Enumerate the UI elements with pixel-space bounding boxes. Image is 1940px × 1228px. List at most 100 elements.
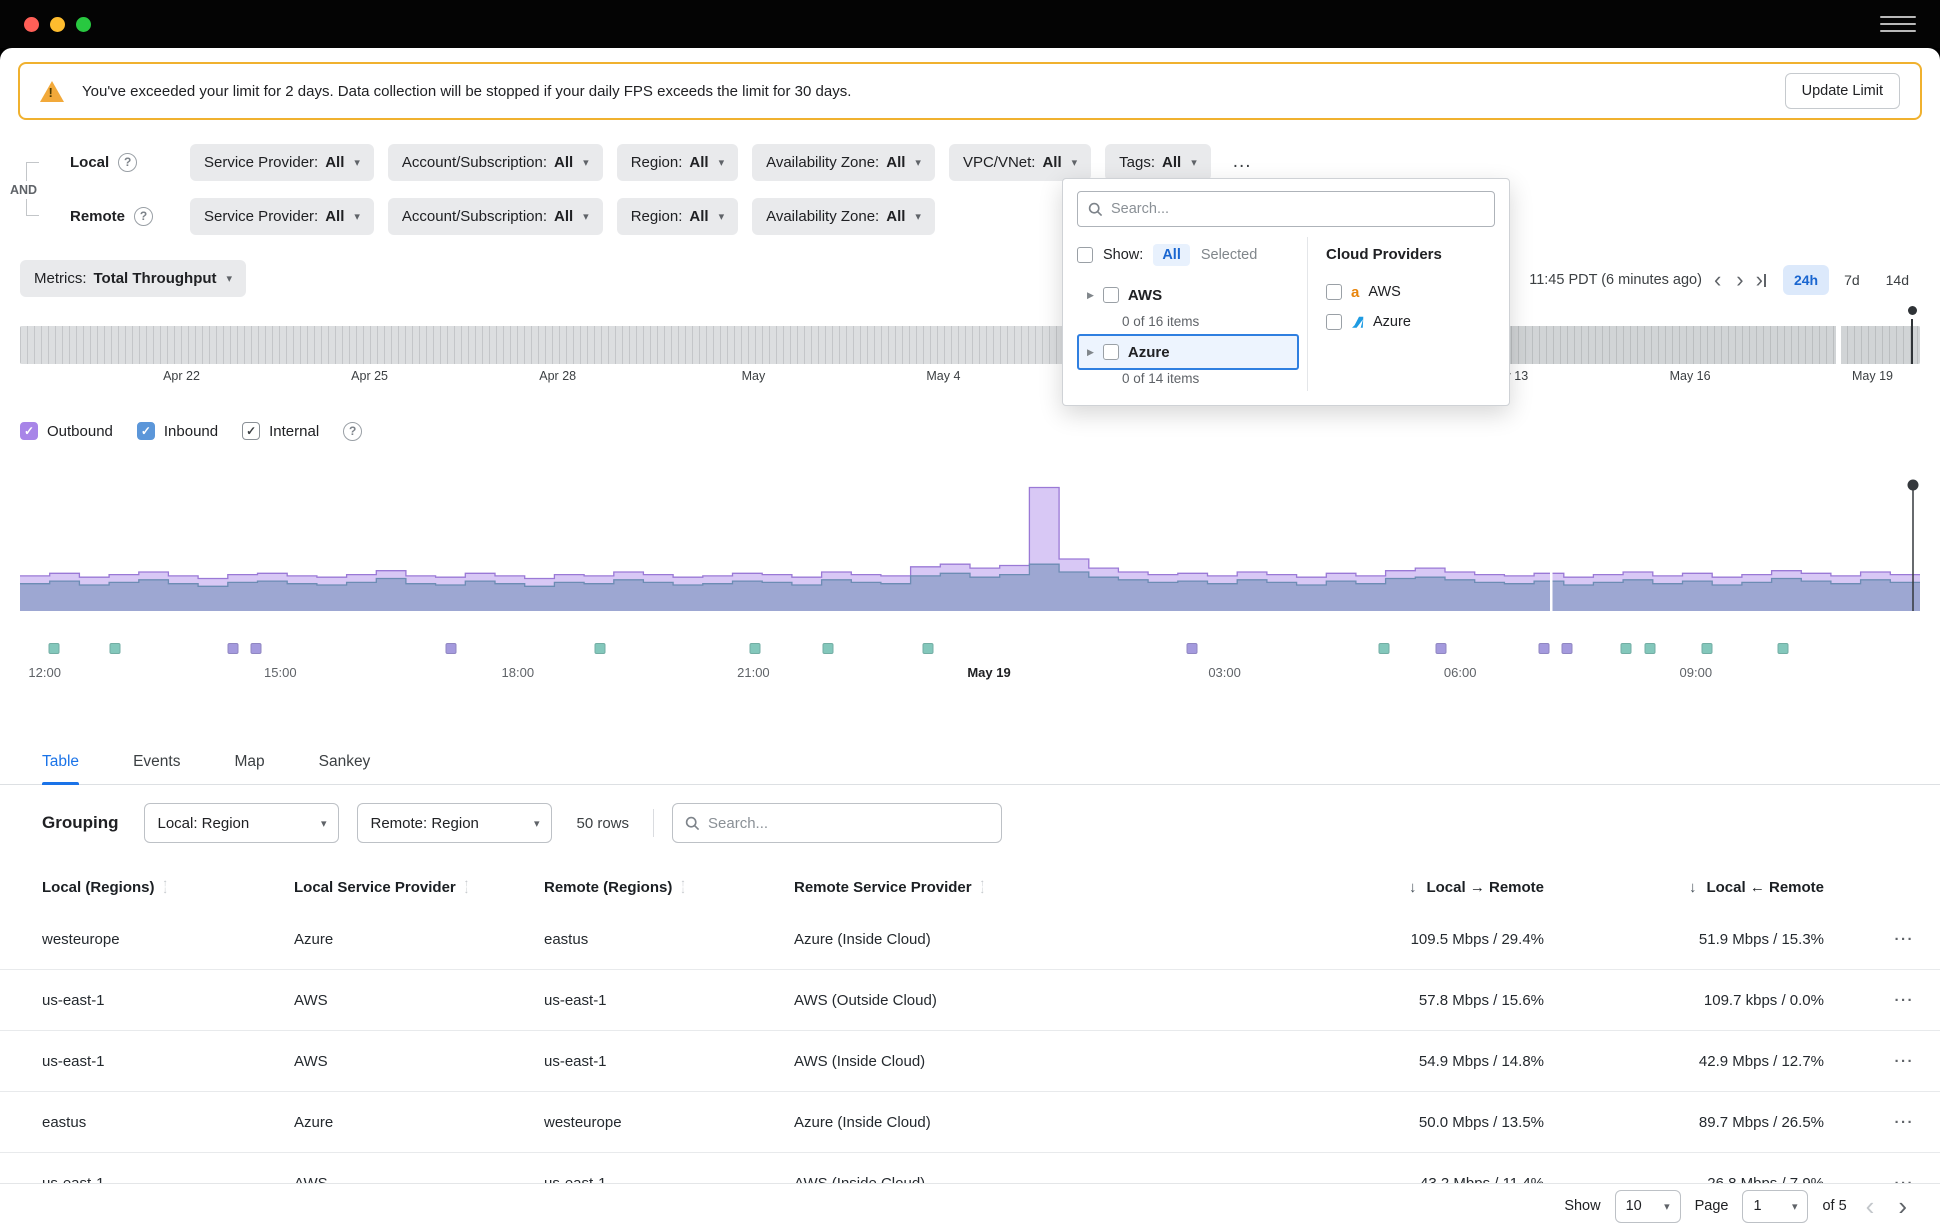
column-header-local-service-provider[interactable]: Local Service Provider↑↓ — [294, 879, 544, 896]
popup-search-input[interactable] — [1111, 201, 1484, 217]
column-header-local-remote[interactable]: ↓Local → Remote — [1124, 879, 1544, 896]
event-marker-purple[interactable] — [250, 643, 261, 654]
event-marker-teal[interactable] — [110, 643, 121, 654]
filter-chip-region[interactable]: Region:All▾ — [617, 198, 738, 235]
minimize-window-button[interactable] — [50, 17, 65, 32]
remote-grouping-select[interactable]: Remote: Region ▾ — [357, 803, 552, 843]
show-option-selected[interactable]: Selected — [1192, 244, 1266, 266]
provider-checkbox[interactable] — [1326, 284, 1342, 300]
minimap-brush-handle[interactable] — [1911, 319, 1914, 364]
page-size-select[interactable]: 10 ▾ — [1615, 1190, 1681, 1223]
row-actions-icon[interactable]: ··· — [1824, 1114, 1914, 1131]
time-range-24h[interactable]: 24h — [1783, 265, 1829, 295]
column-header-remote-service-provider[interactable]: Remote Service Provider↑↓ — [794, 879, 1124, 896]
tree-item-aws[interactable]: ▶AWS — [1077, 277, 1299, 313]
filter-chip-region[interactable]: Region:All▾ — [617, 144, 738, 181]
legend-checkbox[interactable]: ✓ — [242, 422, 260, 440]
tab-sankey[interactable]: Sankey — [319, 739, 371, 784]
table-row[interactable]: us-east-1AWSus-east-1AWS (Inside Cloud)5… — [0, 1031, 1940, 1092]
throughput-chart-svg[interactable] — [20, 461, 1920, 621]
filter-chip-vpc-vnet[interactable]: VPC/VNet:All▾ — [949, 144, 1091, 181]
event-marker-teal[interactable] — [750, 643, 761, 654]
local-grouping-select[interactable]: Local: Region ▾ — [144, 803, 339, 843]
event-marker-purple[interactable] — [1561, 643, 1572, 654]
event-marker-purple[interactable] — [1436, 643, 1447, 654]
sort-icon[interactable]: ↑↓ — [163, 880, 168, 894]
metrics-dropdown[interactable]: Metrics: Total Throughput ▾ — [20, 260, 246, 297]
expand-caret-icon[interactable]: ▶ — [1087, 290, 1094, 301]
minimap-selection[interactable] — [1491, 326, 1920, 364]
time-skip-to-now-icon[interactable]: › — [1756, 269, 1766, 291]
event-marker-teal[interactable] — [1620, 643, 1631, 654]
provider-item-azure[interactable]: Azure — [1326, 307, 1495, 337]
filter-chip-account-subscription[interactable]: Account/Subscription:All▾ — [388, 198, 603, 235]
table-row[interactable]: westeuropeAzureeastusAzure (Inside Cloud… — [0, 909, 1940, 970]
filter-chip-service-provider[interactable]: Service Provider:All▾ — [190, 198, 374, 235]
select-all-checkbox[interactable] — [1077, 247, 1093, 263]
table-search[interactable] — [672, 803, 1002, 843]
close-window-button[interactable] — [24, 17, 39, 32]
page-number-select[interactable]: 1 ▾ — [1742, 1190, 1808, 1223]
column-header-remote-regions[interactable]: Remote (Regions)↑↓ — [544, 879, 794, 896]
time-range-14d[interactable]: 14d — [1875, 265, 1920, 295]
show-option-all[interactable]: All — [1153, 244, 1190, 266]
legend-checkbox[interactable]: ✓ — [137, 422, 155, 440]
table-row[interactable]: eastusAzurewesteuropeAzure (Inside Cloud… — [0, 1092, 1940, 1153]
filter-chip-account-subscription[interactable]: Account/Subscription:All▾ — [388, 144, 603, 181]
event-marker-teal[interactable] — [1645, 643, 1656, 654]
legend-help-icon[interactable]: ? — [343, 422, 362, 441]
event-marker-purple[interactable] — [227, 643, 238, 654]
row-actions-icon[interactable]: ··· — [1824, 1053, 1914, 1070]
provider-checkbox[interactable] — [1326, 314, 1342, 330]
event-marker-teal[interactable] — [594, 643, 605, 654]
column-header-local-regions[interactable]: Local (Regions)↑↓ — [42, 879, 294, 896]
remote-help-icon[interactable]: ? — [134, 207, 153, 226]
local-help-icon[interactable]: ? — [118, 153, 137, 172]
event-marker-teal[interactable] — [923, 643, 934, 654]
legend-checkbox[interactable]: ✓ — [20, 422, 38, 440]
event-marker-teal[interactable] — [49, 643, 60, 654]
popup-search[interactable] — [1077, 191, 1495, 227]
next-page-icon[interactable]: › — [1893, 1193, 1912, 1219]
filter-chip-availability-zone[interactable]: Availability Zone:All▾ — [752, 198, 935, 235]
table-search-input[interactable] — [708, 815, 989, 832]
filter-chip-service-provider[interactable]: Service Provider:All▾ — [190, 144, 374, 181]
more-filters-button[interactable]: ... — [1225, 151, 1260, 173]
minimap-handle-dot[interactable] — [1908, 306, 1917, 315]
event-marker-teal[interactable] — [1778, 643, 1789, 654]
event-marker-teal[interactable] — [822, 643, 833, 654]
throughput-chart[interactable] — [20, 461, 1920, 621]
tree-item-azure[interactable]: ▶Azure — [1077, 334, 1299, 370]
event-marker-teal[interactable] — [1702, 643, 1713, 654]
tree-checkbox[interactable] — [1103, 344, 1119, 360]
row-actions-icon[interactable]: ··· — [1824, 992, 1914, 1009]
sort-icon[interactable]: ↑↓ — [980, 880, 985, 894]
row-actions-icon[interactable]: ··· — [1824, 931, 1914, 948]
provider-item-aws[interactable]: aAWS — [1326, 277, 1495, 307]
time-back-icon[interactable]: ‹ — [1711, 269, 1724, 291]
legend-item-internal[interactable]: ✓Internal — [242, 422, 319, 440]
tab-events[interactable]: Events — [133, 739, 180, 784]
update-limit-button[interactable]: Update Limit — [1785, 73, 1900, 109]
time-forward-icon[interactable]: › — [1733, 269, 1746, 291]
legend-item-inbound[interactable]: ✓Inbound — [137, 422, 218, 440]
table-row[interactable]: us-east-1AWSus-east-1AWS (Outside Cloud)… — [0, 970, 1940, 1031]
event-marker-purple[interactable] — [1187, 643, 1198, 654]
sort-icon[interactable]: ↑↓ — [464, 880, 469, 894]
previous-page-icon[interactable]: ‹ — [1861, 1193, 1880, 1219]
event-marker-purple[interactable] — [1538, 643, 1549, 654]
time-range-7d[interactable]: 7d — [1833, 265, 1871, 295]
filter-chip-tags[interactable]: Tags:All▾ — [1105, 144, 1211, 181]
tab-map[interactable]: Map — [234, 739, 264, 784]
filter-chip-availability-zone[interactable]: Availability Zone:All▾ — [752, 144, 935, 181]
expand-caret-icon[interactable]: ▶ — [1087, 347, 1094, 358]
event-marker-purple[interactable] — [446, 643, 457, 654]
tab-table[interactable]: Table — [42, 739, 79, 784]
sort-icon[interactable]: ↑↓ — [680, 880, 685, 894]
minimap-band[interactable] — [20, 326, 1920, 364]
tree-checkbox[interactable] — [1103, 287, 1119, 303]
hamburger-menu-icon[interactable] — [1880, 11, 1916, 37]
column-header-local-remote[interactable]: ↓Local ← Remote — [1544, 879, 1824, 896]
legend-item-outbound[interactable]: ✓Outbound — [20, 422, 113, 440]
zoom-window-button[interactable] — [76, 17, 91, 32]
